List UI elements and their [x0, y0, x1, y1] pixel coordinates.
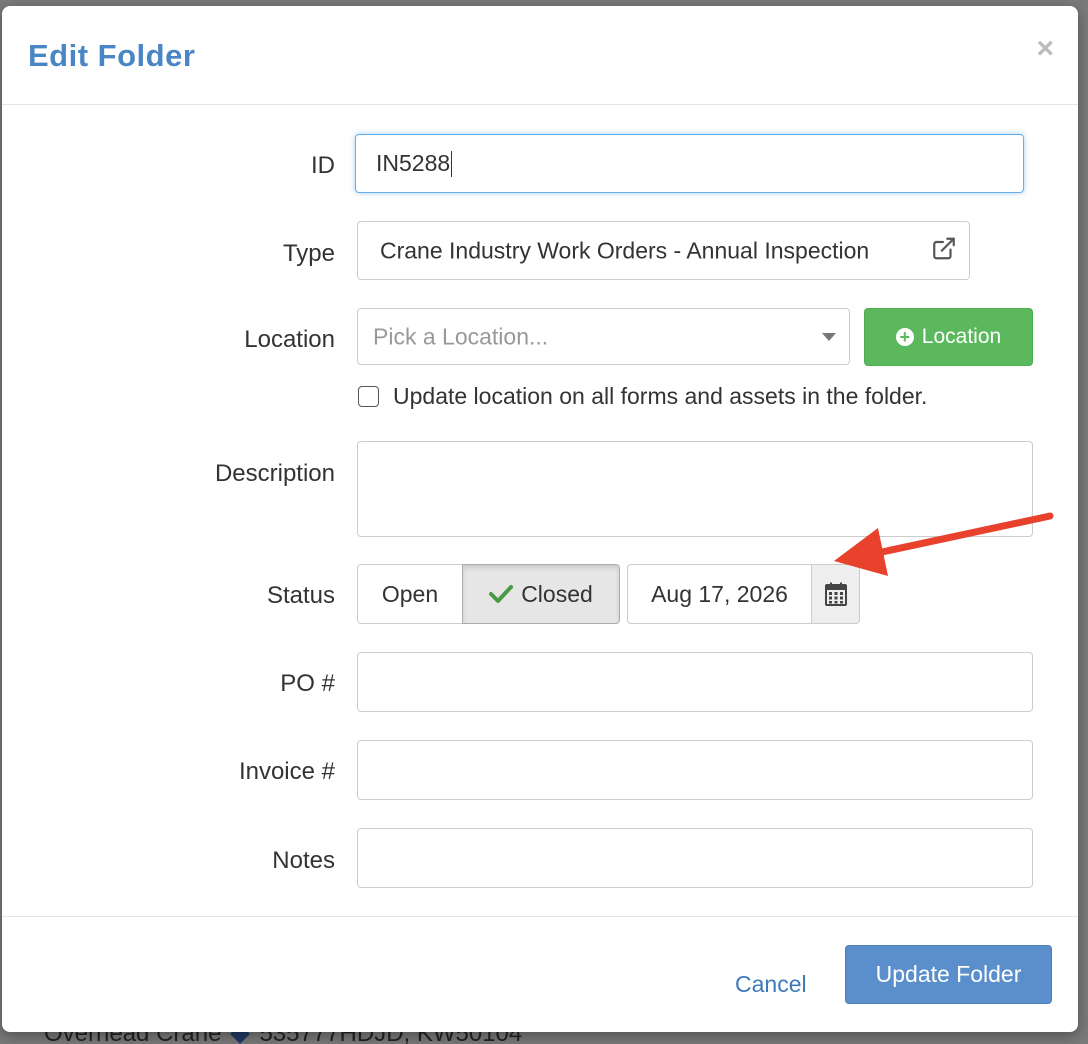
close-icon[interactable]: × [1036, 34, 1054, 64]
dialog-header: Edit Folder × [2, 6, 1078, 105]
invoice-input[interactable] [357, 740, 1033, 800]
status-open-button[interactable]: Open [357, 564, 463, 624]
dialog-title: Edit Folder [28, 38, 196, 73]
location-label: Location [244, 326, 335, 353]
location-placeholder: Pick a Location... [373, 323, 549, 349]
chevron-down-icon [822, 332, 836, 341]
closed-date-value: Aug 17, 2026 [651, 580, 788, 607]
cancel-button[interactable]: Cancel [735, 971, 807, 998]
type-value: Crane Industry Work Orders - Annual Insp… [380, 237, 870, 263]
status-closed-button[interactable]: Closed [462, 564, 620, 624]
notes-label: Notes [272, 847, 335, 874]
po-input[interactable] [357, 652, 1033, 712]
dialog-footer: Cancel Update Folder [2, 916, 1078, 1032]
notes-input[interactable] [357, 828, 1033, 888]
add-location-button[interactable]: + Location [864, 308, 1033, 366]
external-link-icon[interactable] [931, 235, 957, 266]
closed-date-input[interactable]: Aug 17, 2026 [627, 564, 812, 624]
id-input[interactable]: IN5288 [355, 134, 1024, 193]
invoice-label: Invoice # [238, 758, 335, 785]
id-label: ID [311, 152, 335, 179]
status-label: Status [266, 582, 335, 609]
location-select[interactable]: Pick a Location... [357, 308, 850, 365]
text-cursor [451, 151, 453, 178]
edit-folder-dialog: Edit Folder × ID IN5288 Type Crane Indus… [2, 6, 1078, 1032]
plus-circle-icon: + [895, 328, 914, 346]
check-icon [489, 585, 514, 603]
id-value: IN5288 [376, 149, 451, 176]
type-field[interactable]: Crane Industry Work Orders - Annual Insp… [357, 221, 970, 280]
annotation-arrow [834, 512, 1054, 576]
description-label: Description [214, 460, 335, 487]
type-label: Type [282, 240, 335, 267]
update-location-checkbox[interactable] [358, 386, 379, 407]
update-location-label: Update location on all forms and assets … [393, 383, 928, 409]
po-label: PO # [280, 670, 335, 697]
update-folder-button[interactable]: Update Folder [845, 945, 1052, 1004]
status-open-label: Open [381, 580, 439, 607]
add-location-label: Location [921, 325, 1002, 348]
status-closed-label: Closed [521, 580, 593, 607]
